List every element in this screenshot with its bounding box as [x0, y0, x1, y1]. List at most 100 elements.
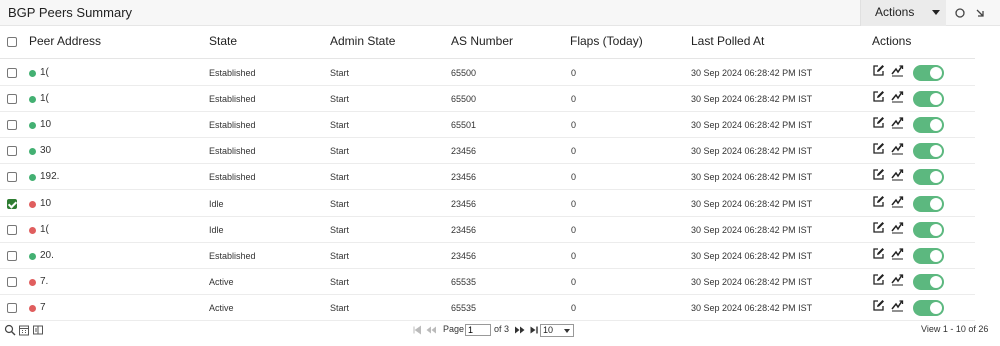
trend-chart-icon[interactable] [891, 64, 904, 77]
table-row[interactable]: 10 Idle Start 23456 0 30 Sep 2024 06:28:42 PM… [0, 191, 975, 217]
row-checkbox[interactable] [7, 302, 17, 313]
enable-toggle-switch[interactable] [913, 169, 944, 186]
rows-per-page-select[interactable]: 10 [540, 324, 574, 337]
edit-icon[interactable] [872, 299, 885, 312]
peer-address-link[interactable]: 30 [40, 145, 51, 156]
status-dot-icon [29, 226, 36, 234]
minimize-icon[interactable] [973, 6, 987, 20]
flaps-cell: 0 [571, 94, 577, 105]
trend-chart-icon[interactable] [891, 195, 904, 208]
row-checkbox[interactable] [7, 276, 17, 287]
trend-chart-icon[interactable] [891, 273, 904, 286]
table-row[interactable]: 1(Established Start 65500 0 30 Sep 2024 06:2… [0, 60, 975, 86]
table-row[interactable]: 1(Idle Start 23456 0 30 Sep 2024 06:28:42 PM… [0, 217, 975, 243]
last-polled-cell: 30 Sep 2024 06:28:42 PM IST [691, 120, 813, 131]
prev-page-icon[interactable] [425, 324, 437, 336]
row-checkbox[interactable] [7, 94, 17, 105]
peer-address-link[interactable]: 20. [40, 250, 54, 261]
enable-toggle-switch[interactable] [913, 117, 944, 134]
page-number-input[interactable] [465, 324, 491, 336]
admin-state-cell: Start [330, 172, 350, 183]
enable-toggle-switch[interactable] [913, 143, 944, 160]
row-checkbox[interactable] [7, 198, 17, 209]
edit-icon[interactable] [872, 142, 885, 155]
peer-address-link[interactable]: 1( [40, 224, 49, 235]
row-checkbox[interactable] [7, 250, 17, 261]
last-polled-cell: 30 Sep 2024 06:28:42 PM IST [691, 68, 813, 78]
trend-chart-icon[interactable] [891, 116, 904, 129]
columns-icon[interactable] [32, 324, 44, 336]
status-dot-icon [29, 148, 36, 156]
search-icon[interactable] [4, 324, 16, 336]
table-row[interactable]: 7. Active Start 65535 0 30 Sep 2024 06:28:42 … [0, 269, 975, 295]
col-header-admin-state[interactable]: Admin State [330, 34, 395, 48]
chevron-down-icon [564, 329, 570, 333]
edit-icon[interactable] [872, 64, 885, 77]
trend-chart-icon[interactable] [891, 299, 904, 312]
actions-dropdown-label: Actions [875, 5, 915, 19]
widget-title: BGP Peers Summary [8, 5, 133, 20]
table-footer: Page of 3 10 View 1 - 10 of 26 [0, 320, 1000, 340]
enable-toggle-switch[interactable] [913, 247, 944, 264]
trend-chart-icon[interactable] [891, 142, 904, 155]
peer-address-link[interactable]: 1( [40, 67, 49, 78]
trend-chart-icon[interactable] [891, 247, 904, 260]
as-number-cell: 65500 [451, 94, 477, 105]
table-row[interactable]: 1(Established Start 65500 0 30 Sep 2024 06:2… [0, 86, 975, 113]
last-page-icon[interactable] [528, 324, 540, 336]
edit-icon[interactable] [872, 273, 885, 286]
col-header-peer-address[interactable]: Peer Address [29, 34, 101, 48]
table-row[interactable]: 192. Established Start 23456 0 30 Sep 2024 06… [0, 164, 975, 191]
as-number-cell: 23456 [451, 198, 477, 209]
row-checkbox[interactable] [7, 146, 17, 157]
status-dot-icon [29, 278, 36, 286]
row-checkbox[interactable] [7, 68, 17, 78]
first-page-icon[interactable] [411, 324, 423, 336]
peer-address-link[interactable]: 192. [40, 171, 59, 182]
refresh-icon[interactable] [953, 6, 967, 20]
enable-toggle-switch[interactable] [913, 299, 944, 316]
enable-toggle-switch[interactable] [913, 273, 944, 290]
last-polled-cell: 30 Sep 2024 06:28:42 PM IST [691, 302, 813, 313]
select-all-checkbox[interactable] [7, 37, 17, 47]
edit-icon[interactable] [872, 195, 885, 208]
status-dot-icon [29, 174, 36, 182]
edit-icon[interactable] [872, 116, 885, 129]
enable-toggle-switch[interactable] [913, 91, 944, 108]
enable-toggle-switch[interactable] [913, 195, 944, 212]
peer-address-link[interactable]: 10 [40, 198, 51, 209]
table-row[interactable]: 10 Established Start 65501 0 30 Sep 2024 06:2… [0, 112, 975, 139]
edit-icon[interactable] [872, 221, 885, 234]
flaps-cell: 0 [571, 198, 577, 209]
edit-icon[interactable] [872, 90, 885, 103]
peer-address-link[interactable]: 10 [40, 119, 51, 130]
state-cell: Idle [209, 224, 224, 235]
trend-chart-icon[interactable] [891, 168, 904, 181]
table-row[interactable]: 7 Active Start 65535 0 30 Sep 2024 06:28:42 P… [0, 295, 975, 321]
actions-dropdown[interactable]: Actions [860, 0, 946, 26]
col-header-flaps[interactable]: Flaps (Today) [570, 34, 643, 48]
peer-address-link[interactable]: 7. [40, 276, 48, 287]
edit-icon[interactable] [872, 247, 885, 260]
table-row[interactable]: 20. Established Start 23456 0 30 Sep 2024 06:… [0, 243, 975, 269]
state-cell: Active [209, 276, 234, 287]
row-checkbox[interactable] [7, 120, 17, 131]
calendar-icon[interactable] [18, 324, 30, 336]
trend-chart-icon[interactable] [891, 90, 904, 103]
col-header-state[interactable]: State [209, 34, 237, 48]
row-checkbox[interactable] [7, 224, 17, 235]
admin-state-cell: Start [330, 146, 350, 157]
caret-down-icon [932, 10, 940, 15]
col-header-last-polled[interactable]: Last Polled At [691, 34, 764, 48]
table-row[interactable]: 30 Established Start 23456 0 30 Sep 2024 06:2… [0, 138, 975, 165]
row-checkbox[interactable] [7, 172, 17, 183]
col-header-as-number[interactable]: AS Number [451, 34, 513, 48]
trend-chart-icon[interactable] [891, 221, 904, 234]
enable-toggle-switch[interactable] [913, 221, 944, 238]
edit-icon[interactable] [872, 168, 885, 181]
next-page-icon[interactable] [514, 324, 526, 336]
peer-address-link[interactable]: 7 [40, 302, 46, 313]
enable-toggle-switch[interactable] [913, 65, 944, 81]
as-number-cell: 23456 [451, 172, 477, 183]
peer-address-link[interactable]: 1( [40, 93, 49, 104]
